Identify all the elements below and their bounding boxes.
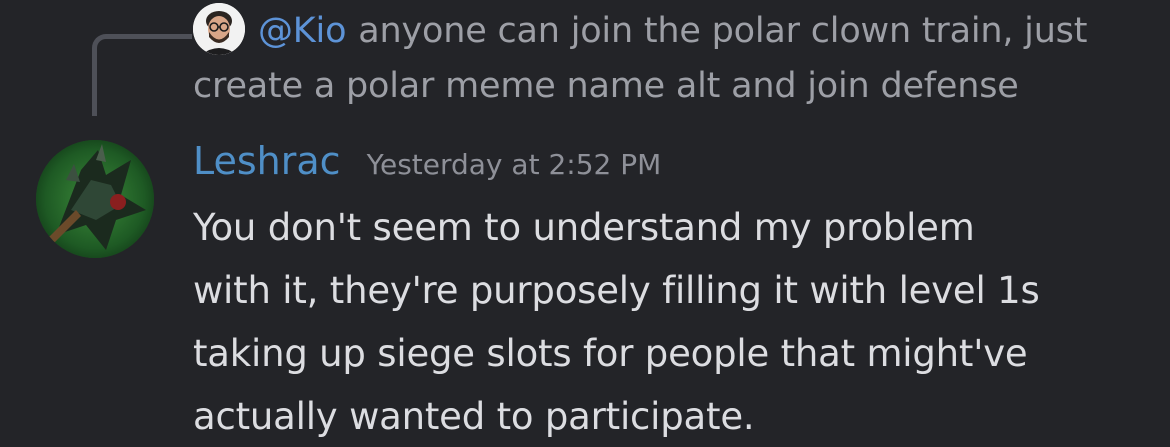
reply-spine [92,34,192,116]
reply-text-line-1: anyone can join the polar clown train, j… [358,11,1088,51]
chat-message-view: @Kio anyone can join the polar clown trai… [0,0,1170,447]
message-line: You don't seem to understand my problem [193,206,975,249]
reply-mention[interactable]: @Kio [258,11,346,51]
author-avatar[interactable] [36,140,154,258]
reply-avatar[interactable] [193,3,245,55]
message-line: with it, they're purposely filling it wi… [193,269,1040,312]
avatar-creature-icon [36,140,154,258]
reply-preview-line-2[interactable]: create a polar meme name alt and join de… [193,63,1019,109]
reply-preview-line-1[interactable]: @Kio anyone can join the polar clown trai… [258,8,1087,54]
user-avatar-icon [193,3,245,55]
message-line: actually wanted to participate. [193,395,755,438]
message-timestamp: Yesterday at 2:52 PM [366,148,662,181]
message-header: Leshrac Yesterday at 2:52 PM [193,136,661,186]
message-line: taking up siege slots for people that mi… [193,332,1028,375]
author-name[interactable]: Leshrac [193,136,341,186]
message-body: You don't seem to understand my problem … [193,196,1153,447]
reply-text-line-2: create a polar meme name alt and join de… [193,66,1019,106]
